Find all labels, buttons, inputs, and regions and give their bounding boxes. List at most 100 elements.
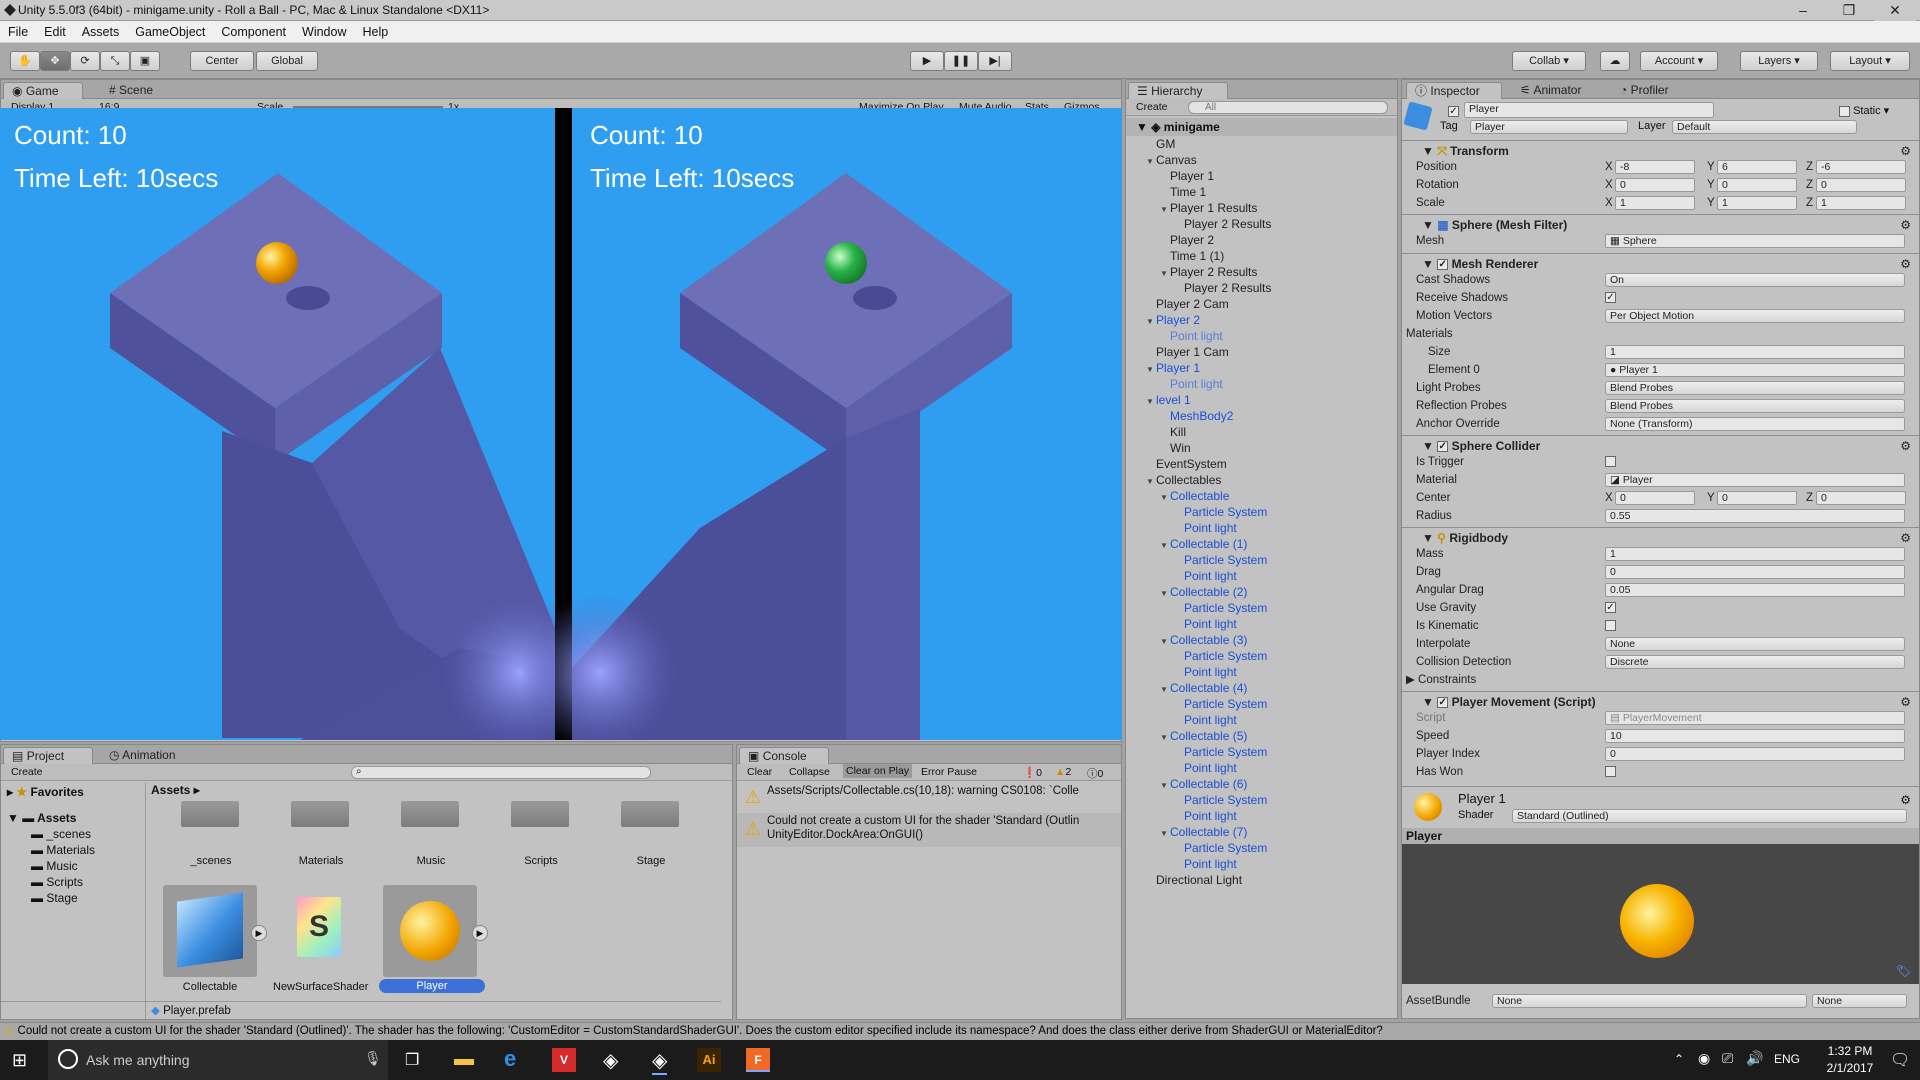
account-button[interactable]: Account ▾	[1640, 51, 1718, 71]
folder-icon[interactable]	[401, 801, 459, 827]
mesh-filter-header[interactable]: ▼ ▦ Sphere (Mesh Filter) ⚙	[1402, 214, 1919, 234]
preview-header[interactable]: Player	[1402, 828, 1919, 844]
console-clear-on-play-button[interactable]: Clear on Play	[843, 764, 913, 778]
sphere-collider-header[interactable]: ▼ ✓ Sphere Collider ⚙	[1402, 435, 1919, 455]
assets-root-item[interactable]: ▼ ▬ Assets	[7, 811, 76, 825]
close-button[interactable]: ✕	[1874, 0, 1916, 21]
pivot-global-button[interactable]: Global	[256, 51, 318, 71]
clock-time[interactable]: 1:32 PM	[1820, 1044, 1880, 1058]
center-x-field[interactable]: 0	[1615, 491, 1695, 505]
expand-arrow-icon[interactable]: ▶	[251, 925, 267, 941]
menu-help[interactable]: Help	[354, 25, 396, 39]
mass-field[interactable]: 1	[1605, 547, 1905, 561]
tree-folder-stage[interactable]: ▬ Stage	[31, 891, 78, 905]
shader-dropdown[interactable]: Standard (Outlined)	[1512, 809, 1907, 823]
pause-button[interactable]: ❚❚	[944, 51, 978, 71]
tab-game[interactable]: ◉ Game	[3, 82, 83, 99]
record-icon[interactable]: ◉	[1698, 1050, 1710, 1067]
hierarchy-item[interactable]: ▼ Collectable	[1126, 488, 1229, 504]
interpolate-dropdown[interactable]: None	[1605, 637, 1905, 651]
angular-drag-field[interactable]: 0.05	[1605, 583, 1905, 597]
console-entry[interactable]: ⚠ Could not create a custom UI for the s…	[737, 813, 1121, 847]
material-gear-icon[interactable]: ⚙	[1900, 793, 1911, 807]
console-clear-button[interactable]: Clear	[747, 766, 772, 778]
position-y-field[interactable]: 6	[1717, 160, 1797, 174]
hierarchy-item[interactable]: ▼ Collectable (6)	[1126, 776, 1247, 792]
hierarchy-item[interactable]: GM	[1126, 136, 1175, 152]
folder-icon[interactable]	[291, 801, 349, 827]
collab-button[interactable]: Collab ▾	[1512, 51, 1586, 71]
hierarchy-item[interactable]: ▼ Collectable (1)	[1126, 536, 1247, 552]
scale-z-field[interactable]: 1	[1816, 196, 1906, 210]
tab-project[interactable]: ▤ Project	[3, 747, 93, 764]
receive-shadows-checkbox[interactable]: ✓	[1605, 289, 1616, 307]
active-checkbox[interactable]: ✓	[1448, 104, 1459, 118]
hierarchy-item[interactable]: Player 2 Results	[1126, 280, 1271, 296]
element0-field[interactable]: ● Player 1	[1605, 363, 1905, 377]
tab-animator[interactable]: ⚟ Animator	[1512, 82, 1602, 99]
tab-animation[interactable]: ◷ Animation	[101, 747, 201, 764]
hierarchy-item[interactable]: ▼ Collectable (5)	[1126, 728, 1247, 744]
assetbundle-variant-dropdown[interactable]: None	[1812, 994, 1907, 1008]
transform-header[interactable]: ▼ ⤧ Transform ⚙	[1402, 140, 1919, 160]
collectable-prefab-thumb[interactable]	[163, 885, 257, 977]
asset-label-icon[interactable]: 🏷	[1896, 964, 1911, 978]
collider-material-field[interactable]: ◪ Player	[1605, 473, 1905, 487]
edge-browser-icon[interactable]: e	[504, 1046, 516, 1072]
rect-tool-button[interactable]: ▣	[130, 51, 160, 71]
static-toggle[interactable]: Static ▾	[1839, 104, 1889, 117]
mesh-field[interactable]: ▦ Sphere	[1605, 234, 1905, 248]
windows-start-icon[interactable]: ⊞	[12, 1051, 30, 1069]
error-count[interactable]: ❗0	[1023, 766, 1042, 779]
step-button[interactable]: ▶|	[978, 51, 1012, 71]
menu-edit[interactable]: Edit	[36, 25, 74, 39]
tab-hierarchy[interactable]: ☰ Hierarchy	[1128, 82, 1228, 99]
favorites-item[interactable]: ▸ ★ Favorites	[7, 785, 84, 799]
hierarchy-item[interactable]: Win	[1126, 440, 1191, 456]
hierarchy-item[interactable]: Player 1	[1126, 168, 1214, 184]
hierarchy-item[interactable]: ▼ Player 1	[1126, 360, 1200, 376]
hierarchy-item[interactable]: Particle System	[1126, 840, 1267, 856]
chevron-up-icon[interactable]: ⌃	[1674, 1052, 1684, 1066]
rigidbody-header[interactable]: ▼ ⚲ Rigidbody ⚙	[1402, 527, 1919, 547]
layout-button[interactable]: Layout ▾	[1830, 51, 1910, 71]
hierarchy-item[interactable]: ▼ Canvas	[1126, 152, 1197, 168]
layer-dropdown[interactable]: Default	[1672, 120, 1857, 134]
scale-tool-button[interactable]: ⤡	[100, 51, 130, 71]
minimize-button[interactable]: –	[1782, 0, 1824, 21]
position-z-field[interactable]: -6	[1816, 160, 1906, 174]
console-error-pause-button[interactable]: Error Pause	[921, 766, 977, 778]
tree-folder-scripts[interactable]: ▬ Scripts	[31, 875, 83, 889]
hierarchy-item[interactable]: Particle System	[1126, 600, 1267, 616]
folder-icon[interactable]	[181, 801, 239, 827]
motion-vectors-dropdown[interactable]: Per Object Motion	[1605, 309, 1905, 323]
hierarchy-item[interactable]: MeshBody2	[1126, 408, 1233, 424]
task-view-icon[interactable]: ❐	[405, 1050, 419, 1070]
hierarchy-item[interactable]: ▼ Collectable (7)	[1126, 824, 1247, 840]
collision-detection-dropdown[interactable]: Discrete	[1605, 655, 1905, 669]
rotate-tool-button[interactable]: ⟳	[70, 51, 100, 71]
hierarchy-item[interactable]: Player 2 Results	[1126, 216, 1271, 232]
menu-gameobject[interactable]: GameObject	[127, 25, 213, 39]
preview-area[interactable]: 🏷	[1402, 844, 1919, 984]
vivaldi-icon[interactable]: V	[552, 1048, 576, 1072]
notifications-icon[interactable]: 🗨	[1890, 1050, 1910, 1070]
pivot-center-button[interactable]: Center	[190, 51, 254, 71]
hierarchy-item[interactable]: EventSystem	[1126, 456, 1227, 472]
folder-icon[interactable]	[511, 801, 569, 827]
game-viewport[interactable]: Count: 10 Time Left: 10secs Count: 10 Ti…	[0, 108, 1122, 740]
maximize-button[interactable]: ❐	[1828, 0, 1870, 21]
hierarchy-item[interactable]: ▼ Collectable (4)	[1126, 680, 1247, 696]
tree-folder-scenes[interactable]: ▬ _scenes	[31, 827, 91, 841]
hierarchy-create-dropdown[interactable]: Create	[1136, 101, 1168, 113]
microphone-icon[interactable]: 🎙	[364, 1050, 382, 1067]
unity-hub-icon[interactable]: ◈	[603, 1048, 618, 1073]
materials-row[interactable]: Materials	[1402, 325, 1919, 343]
tab-profiler[interactable]: ◔ Profiler	[1612, 82, 1702, 99]
file-explorer-icon[interactable]: ▬	[454, 1048, 474, 1071]
hierarchy-item[interactable]: Point light	[1126, 520, 1237, 536]
use-gravity-checkbox[interactable]: ✓	[1605, 599, 1616, 617]
language-indicator[interactable]: ENG	[1774, 1052, 1800, 1066]
tab-inspector[interactable]: ⓘ Inspector	[1406, 82, 1502, 99]
player-index-field[interactable]: 0	[1605, 747, 1905, 761]
